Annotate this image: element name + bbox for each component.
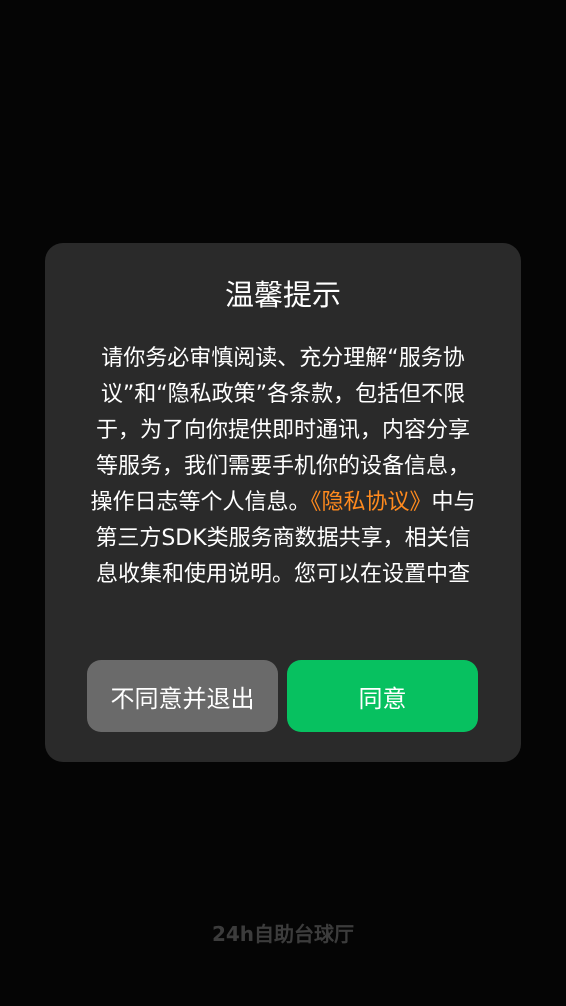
dialog-body[interactable]: 请你务必审慎阅读、充分理解“服务协议”和“隐私政策”各条款，包括但不限于，为了向… (90, 341, 476, 627)
decline-and-exit-button[interactable]: 不同意并退出 (87, 660, 278, 732)
app-brand-label: 24h自助台球厅 (211, 922, 355, 946)
agree-button[interactable]: 同意 (287, 660, 478, 732)
privacy-dialog: 温馨提示 请你务必审慎阅读、充分理解“服务协议”和“隐私政策”各条款，包括但不限… (45, 243, 521, 762)
privacy-agreement-link[interactable]: 《隐私协议》 (310, 490, 431, 515)
dialog-title: 温馨提示 (224, 278, 341, 312)
screen: 温馨提示 请你务必审慎阅读、充分理解“服务协议”和“隐私政策”各条款，包括但不限… (0, 0, 566, 1006)
